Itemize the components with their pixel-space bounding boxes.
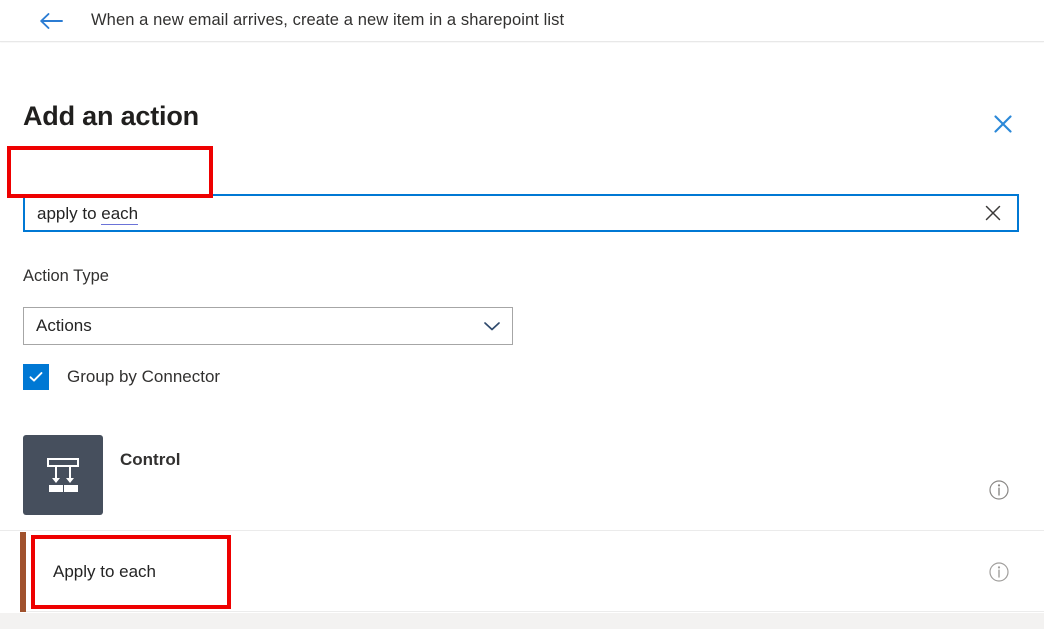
search-input-value: apply to each [25,203,973,225]
row-accent-bar [20,532,26,612]
action-list-item[interactable]: Apply to each [20,532,1044,612]
row-divider [0,530,1044,531]
control-branch-icon[interactable] [23,435,103,515]
page-title: Add an action [23,101,199,131]
action-type-dropdown[interactable]: Actions [23,307,513,345]
checkbox-box [23,364,49,390]
search-value-suggestion: each [101,203,139,225]
group-by-connector-checkbox[interactable]: Group by Connector [23,364,220,390]
action-type-selected-value: Actions [36,316,92,335]
panel-bottom-area [0,613,1044,629]
flow-title: When a new email arrives, create a new i… [91,11,565,29]
close-icon[interactable] [988,109,1018,139]
search-input[interactable]: apply to each [23,194,1019,232]
connector-group-control: Control See more [0,435,1044,551]
action-list-item-label: Apply to each [53,561,157,581]
chevron-down-icon [472,308,512,344]
info-icon[interactable] [987,560,1011,584]
info-icon[interactable] [987,478,1011,502]
flow-header: When a new email arrives, create a new i… [0,0,1044,42]
connector-name: Control [120,450,181,469]
search-value-prefix: apply to [37,203,102,223]
back-arrow-icon[interactable] [34,4,68,38]
checkmark-icon [29,372,43,382]
action-type-label: Action Type [23,267,109,285]
group-by-connector-label: Group by Connector [67,367,221,386]
add-action-panel-screen: When a new email arrives, create a new i… [0,0,1044,629]
clear-x-icon[interactable] [973,195,1013,231]
add-action-panel: Add an action apply to each Action Type … [0,43,1044,629]
panel-header: Add an action [0,43,1044,143]
